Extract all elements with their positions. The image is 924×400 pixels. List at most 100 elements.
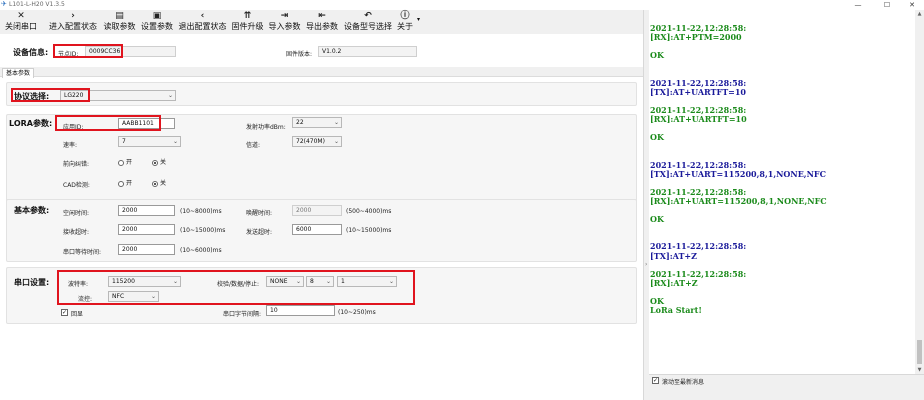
byte-interval-unit: (10~250)ms: [338, 309, 376, 316]
stop-bits-select[interactable]: 1 ⌄: [337, 276, 397, 287]
about-button[interactable]: ⓘ 关于: [395, 10, 415, 34]
undo-icon: ↶: [364, 11, 372, 21]
window-title: L101-L-H20 V1.3.5: [9, 1, 65, 8]
import-icon: ⇥: [280, 11, 289, 21]
flow-control-select[interactable]: NFC ⌄: [108, 291, 159, 302]
baud-select[interactable]: 115200 ⌄: [108, 276, 181, 287]
firmware-field: V1.0.2: [318, 46, 417, 57]
parity-select[interactable]: NONE ⌄: [266, 276, 304, 287]
serial-settings-label: 串口设置:: [14, 278, 50, 287]
node-id-field: 0009CC36: [85, 46, 176, 57]
config-panel: 设备信息: 节点ID: 0009CC36 固件版本: V1.0.2 基本参数 协…: [0, 34, 643, 400]
rate-label: 速率:: [63, 142, 78, 149]
set-params-button[interactable]: ▣ 设置参数: [139, 10, 175, 34]
maximize-button[interactable]: ☐: [877, 0, 897, 10]
fec-label: 前向纠错:: [63, 161, 90, 168]
idle-time-unit: (10~8000)ms: [180, 208, 222, 215]
wake-time-label: 唤醒时间:: [246, 210, 273, 217]
device-model-button[interactable]: ↶ 设备型号选择: [342, 10, 394, 34]
app-id-label: 应用ID:: [63, 124, 84, 131]
tab-strip: 基本参数: [0, 67, 643, 78]
app-id-input[interactable]: AABB1101: [118, 118, 175, 129]
log-panel: 2021-11-22,12:28:58: [RX]:AT+PTM=2000 OK 20…: [649, 10, 915, 374]
idle-time-input[interactable]: 2000: [118, 205, 175, 216]
log-line: LoRa Start!: [650, 305, 702, 316]
wake-time-unit: (500~4000)ms: [346, 208, 392, 215]
scroll-thumb[interactable]: [917, 340, 922, 364]
rx-timeout-input[interactable]: 2000: [118, 224, 175, 235]
export-icon: ⇤: [318, 11, 326, 21]
idle-time-label: 空闲时间:: [63, 210, 90, 217]
minimize-button[interactable]: —: [848, 0, 868, 10]
tx-timeout-input[interactable]: 6000: [292, 224, 342, 235]
rate-select[interactable]: 7 ⌄: [118, 136, 181, 147]
read-params-button[interactable]: ▤ 读取参数: [101, 10, 138, 34]
tx-power-select[interactable]: 22 ⌄: [292, 117, 342, 128]
log-line: OK: [650, 214, 664, 225]
tx-timeout-unit: (10~15000)ms: [346, 227, 392, 234]
channel-label: 信道:: [246, 142, 261, 149]
log-scrollbar[interactable]: ▲ ▼: [915, 10, 924, 374]
log-line: [RX]:AT+PTM=2000: [650, 32, 742, 43]
data-bits-select[interactable]: 8 ⌄: [306, 276, 334, 287]
echo-label: 回显: [71, 311, 84, 318]
upload-icon: ⇈: [243, 11, 252, 21]
chevron-down-icon: ⌄: [325, 278, 331, 285]
enter-config-button[interactable]: › 进入配置状态: [47, 10, 99, 34]
autoscroll-checkbox[interactable]: ✓: [652, 377, 659, 384]
cad-off-radio[interactable]: 关: [152, 178, 166, 187]
chevron-down-icon: ⌄: [388, 278, 394, 285]
toolbar-overflow-icon[interactable]: ▾: [417, 16, 420, 23]
flow-control-label: 流控:: [78, 296, 93, 303]
log-line: [TX]:AT+UART=115200,8,1,NONE,NFC: [650, 168, 826, 179]
log-line: [RX]:AT+UART=115200,8,1,NONE,NFC: [650, 195, 827, 206]
close-window-button[interactable]: ✕: [902, 0, 922, 10]
device-info-label: 设备信息:: [13, 48, 49, 57]
protocol-label: 协议选择:: [14, 92, 50, 101]
serial-wait-label: 串口等待时间:: [63, 249, 102, 256]
log-line: OK: [650, 50, 664, 61]
exit-config-button[interactable]: ‹ 退出配置状态: [177, 10, 228, 34]
title-bar: ✈ L101-L-H20 V1.3.5 — ☐ ✕: [0, 0, 924, 10]
save-icon: ▣: [152, 11, 162, 21]
cad-label: CAD检测:: [63, 182, 90, 189]
lora-params-label: LORA参数:: [9, 119, 53, 128]
firmware-upgrade-button[interactable]: ⇈ 固件升级: [230, 10, 265, 34]
baud-label: 波特率:: [68, 281, 89, 288]
channel-select[interactable]: 72(470M) ⌄: [292, 136, 342, 147]
info-icon: ⓘ: [400, 11, 410, 21]
toolbar: ✕ 关闭串口 › 进入配置状态 ▤ 读取参数 ▣ 设置参数 ‹ 退出配置状态 ⇈…: [0, 10, 645, 34]
wake-time-input[interactable]: 2000: [292, 205, 342, 216]
scroll-down-icon[interactable]: ▼: [915, 366, 924, 374]
scroll-up-icon[interactable]: ▲: [915, 10, 924, 18]
chevron-down-icon: ⌄: [333, 138, 339, 145]
byte-interval-label: 串口字节间隔:: [223, 311, 262, 318]
serial-wait-unit: (10~6000)ms: [180, 247, 222, 254]
chevron-down-icon: ⌄: [295, 278, 301, 285]
chevron-down-icon: ⌄: [150, 293, 156, 300]
fec-off-radio[interactable]: 关: [152, 157, 166, 166]
log-line: [TX]:AT+UARTFT=10: [650, 86, 746, 97]
fec-on-radio[interactable]: 开: [118, 157, 132, 166]
tx-timeout-label: 发送超时:: [246, 229, 273, 236]
node-id-label: 节点ID:: [58, 51, 79, 58]
app-icon: ✈: [1, 0, 7, 8]
rx-timeout-unit: (10~15000)ms: [180, 227, 226, 234]
log-line: OK: [650, 132, 664, 143]
tx-power-label: 发射功率dBm:: [246, 124, 286, 131]
firmware-label: 固件版本:: [286, 51, 313, 58]
chevron-down-icon: ⌄: [172, 138, 178, 145]
tab-basic-params[interactable]: 基本参数: [2, 68, 35, 78]
byte-interval-input[interactable]: 10: [266, 305, 335, 316]
echo-checkbox[interactable]: ✓: [61, 309, 68, 316]
chevron-down-icon: ⌄: [172, 278, 178, 285]
import-params-button[interactable]: ⇥ 导入参数: [267, 10, 302, 34]
rx-timeout-label: 接收超时:: [63, 229, 90, 236]
cad-on-radio[interactable]: 开: [118, 178, 132, 187]
chevron-right-icon: ›: [71, 11, 75, 21]
protocol-select[interactable]: LG220 ⌄: [60, 90, 176, 101]
export-params-button[interactable]: ⇤ 导出参数: [304, 10, 340, 34]
serial-wait-input[interactable]: 2000: [118, 244, 175, 255]
chevron-down-icon: ⌄: [333, 119, 339, 126]
close-port-button[interactable]: ✕ 关闭串口: [2, 10, 40, 34]
